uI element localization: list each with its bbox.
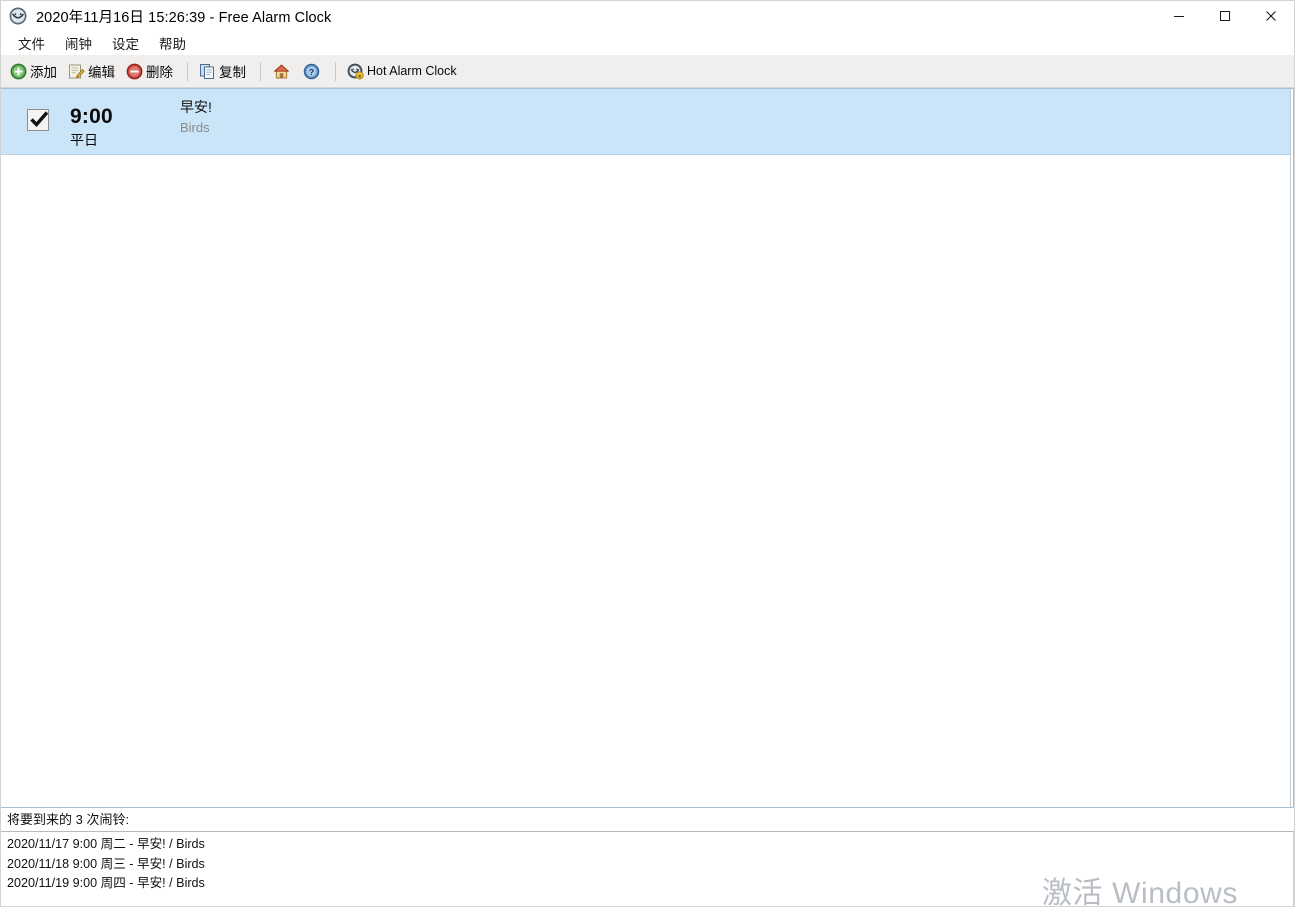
menu-bar: 文件 闹钟 设定 帮助 (1, 31, 1294, 55)
toolbar-separator-3 (335, 61, 336, 81)
window-controls (1156, 1, 1294, 31)
delete-alarm-button[interactable]: 删除 (122, 58, 180, 85)
close-button[interactable] (1248, 1, 1294, 31)
menu-item-help[interactable]: 帮助 (151, 32, 194, 55)
copy-alarm-button[interactable]: 复制 (195, 58, 253, 85)
hot-alarm-clock-icon (347, 63, 364, 79)
copy-alarm-label: 复制 (219, 65, 246, 80)
title-bar: 2020年11月16日 15:26:39 - Free Alarm Clock (1, 1, 1294, 31)
add-alarm-button[interactable]: 添加 (6, 58, 64, 85)
add-alarm-label: 添加 (30, 65, 57, 80)
minimize-icon (1174, 16, 1184, 17)
menu-item-alarm[interactable]: 闹钟 (57, 32, 100, 55)
delete-alarm-label: 删除 (146, 65, 173, 80)
upcoming-alarm-item[interactable]: 2020/11/19 9:00 周四 - 早安! / Birds (7, 874, 1293, 894)
copy-pages-icon (200, 63, 214, 79)
alarm-enabled-checkbox[interactable] (27, 109, 49, 131)
menu-item-settings[interactable]: 设定 (104, 32, 147, 55)
alarm-sound: Birds (180, 120, 210, 135)
home-icon (274, 64, 289, 78)
upcoming-alarms-header: 将要到来的 3 次闹铃: (1, 808, 1294, 832)
upcoming-alarm-item[interactable]: 2020/11/18 9:00 周三 - 早安! / Birds (7, 855, 1293, 875)
minimize-button[interactable] (1156, 1, 1202, 31)
svg-text:?: ? (309, 67, 314, 77)
upcoming-alarm-item[interactable]: 2020/11/17 9:00 周二 - 早安! / Birds (7, 835, 1293, 855)
menu-item-file[interactable]: 文件 (10, 32, 53, 55)
edit-alarm-button[interactable]: 编辑 (64, 58, 122, 85)
toolbar-separator-2 (260, 61, 261, 81)
delete-circle-icon (126, 63, 143, 79)
edit-alarm-label: 编辑 (88, 65, 115, 80)
maximize-button[interactable] (1202, 1, 1248, 31)
alarm-time: 9:00 (70, 105, 113, 128)
alarm-list: 9:00 平日 早安! Birds (1, 88, 1294, 808)
help-question-icon: ? (303, 63, 320, 79)
close-icon (1266, 11, 1276, 21)
app-window: 2020年11月16日 15:26:39 - Free Alarm Clock (0, 0, 1295, 907)
upcoming-alarms-panel: 将要到来的 3 次闹铃: 2020/11/17 9:00 周二 - 早安! / … (1, 808, 1294, 906)
home-button[interactable] (268, 58, 298, 85)
alarm-label-column: 早安! Birds (180, 97, 1290, 137)
maximize-icon (1220, 11, 1230, 21)
help-button[interactable]: ? (298, 58, 328, 85)
alarm-days: 平日 (70, 132, 98, 148)
hot-alarm-clock-button[interactable]: Hot Alarm Clock (343, 58, 464, 85)
add-circle-icon (10, 63, 27, 79)
toolbar: 添加 编辑 删除 复制 ? Hot Alarm Clock (1, 55, 1294, 88)
alarm-time-column: 9:00 平日 (70, 105, 180, 150)
alarm-clock-icon (9, 7, 27, 25)
alarm-title: 早安! (180, 99, 212, 115)
checkmark-icon (30, 111, 49, 127)
alarm-list-inner: 9:00 平日 早安! Birds (1, 89, 1291, 807)
upcoming-alarms-list: 2020/11/17 9:00 周二 - 早安! / Birds 2020/11… (1, 832, 1294, 906)
window-title: 2020年11月16日 15:26:39 - Free Alarm Clock (36, 9, 332, 26)
edit-pencil-icon (69, 64, 85, 78)
toolbar-separator-1 (187, 61, 188, 81)
alarm-row[interactable]: 9:00 平日 早安! Birds (1, 89, 1290, 155)
hot-alarm-clock-label: Hot Alarm Clock (367, 64, 457, 78)
